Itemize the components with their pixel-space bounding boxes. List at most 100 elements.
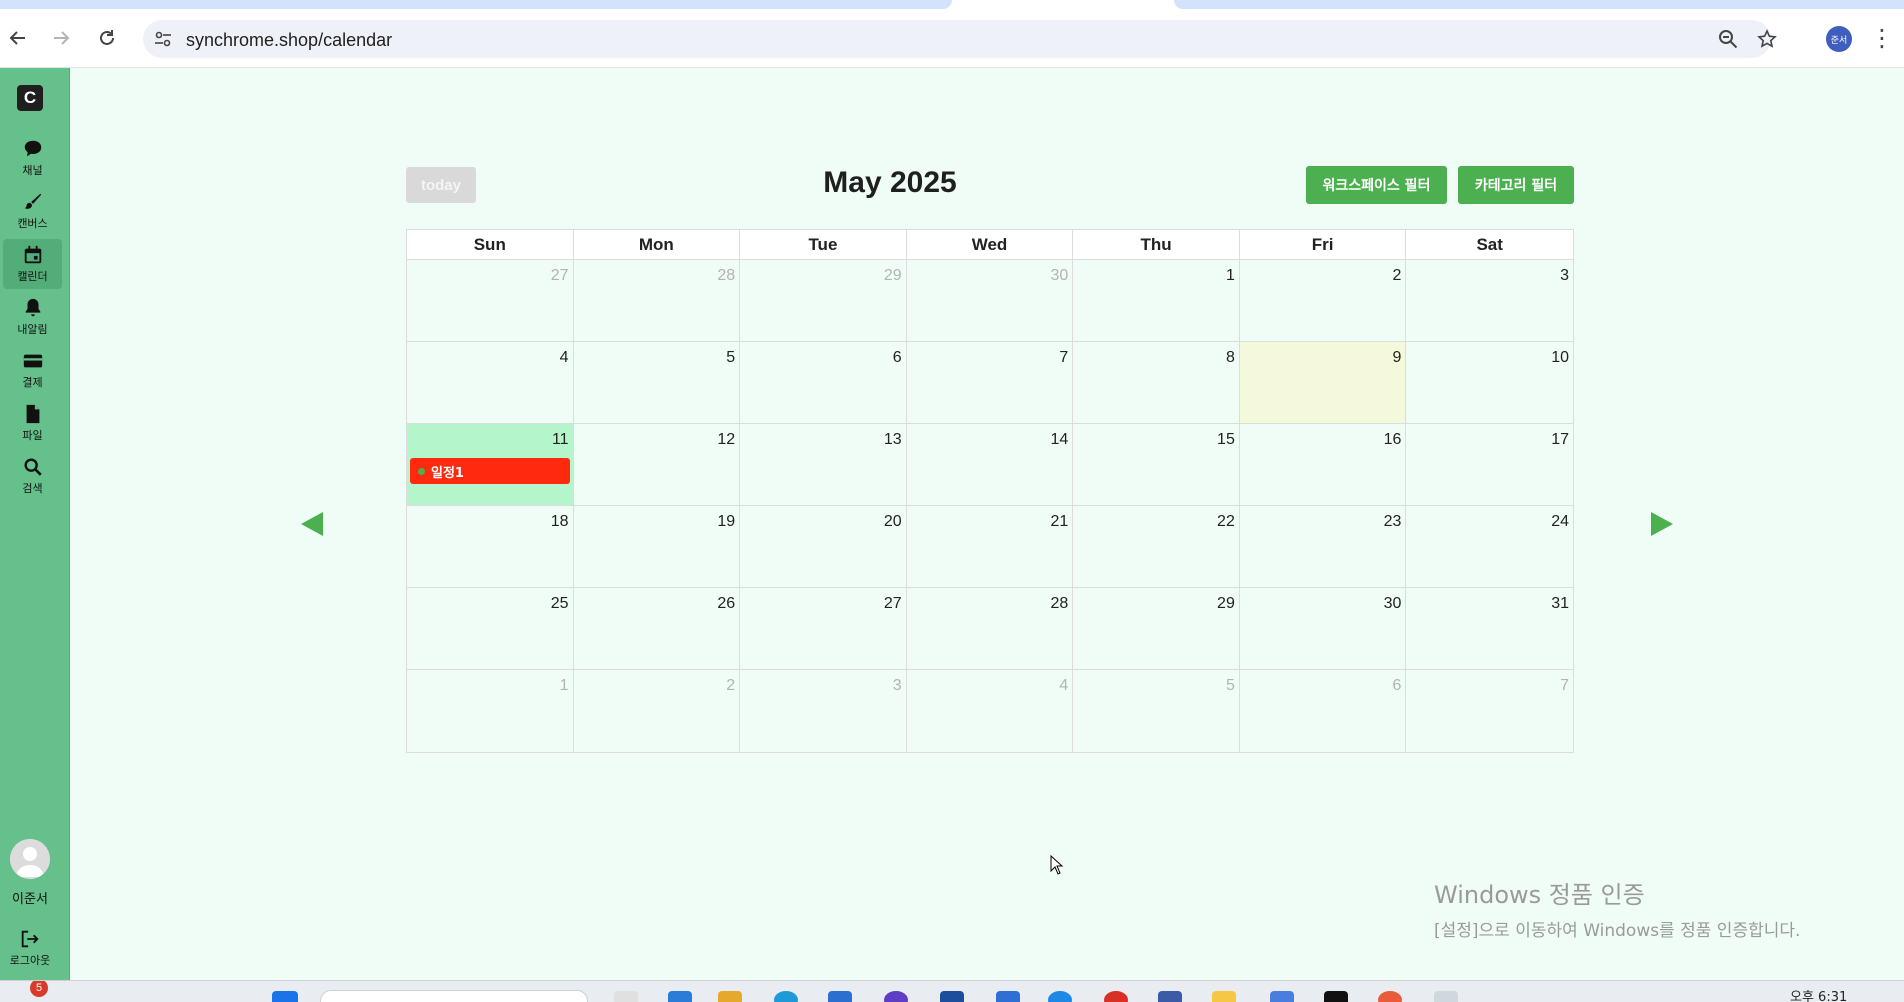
calendar-day-cell[interactable]: 16 xyxy=(1239,424,1407,506)
calendar-day-cell[interactable]: 14 xyxy=(906,424,1074,506)
calendar-day-cell[interactable]: 28 xyxy=(573,260,741,342)
browser-tab[interactable] xyxy=(1174,0,1904,9)
taskbar-app-icon[interactable] xyxy=(1434,991,1458,1002)
calendar-day-cell[interactable]: 1 xyxy=(407,670,574,752)
calendar-day-cell[interactable]: 27 xyxy=(740,588,907,670)
logout-button[interactable]: 로그아웃 xyxy=(3,923,57,973)
taskbar-app-icon[interactable] xyxy=(1378,991,1402,1002)
day-number: 25 xyxy=(550,595,569,612)
taskbar-app-icon[interactable] xyxy=(1158,991,1182,1002)
calendar-day-cell[interactable]: 3 xyxy=(740,670,907,752)
taskbar-app-icon[interactable] xyxy=(1048,991,1072,1002)
calendar-day-cell[interactable]: 28 xyxy=(906,588,1074,670)
calendar-day-cell[interactable]: 12 xyxy=(573,424,741,506)
day-number: 1 xyxy=(559,677,569,694)
calendar-day-cell[interactable]: 6 xyxy=(1240,670,1407,752)
calendar-day-cell[interactable]: 5 xyxy=(1073,670,1240,752)
sidebar-item-canvas[interactable]: 캔버스 xyxy=(3,186,62,236)
sidebar-item-notifications[interactable]: 내알림 xyxy=(3,292,62,342)
calendar-day-cell[interactable]: 31 xyxy=(1406,588,1573,670)
sidebar-item-payment[interactable]: 결제 xyxy=(3,345,62,395)
terminal-icon[interactable] xyxy=(1324,991,1348,1002)
start-button-icon[interactable] xyxy=(272,991,298,1002)
address-bar[interactable]: synchrome.shop/calendar xyxy=(143,20,1777,58)
forward-arrow-icon[interactable] xyxy=(46,23,76,53)
reload-icon[interactable] xyxy=(92,23,122,53)
avatar[interactable] xyxy=(10,839,50,879)
browser-menu-icon[interactable]: ⋮ xyxy=(1870,23,1894,53)
calendar-day-cell[interactable]: 6 xyxy=(740,342,907,424)
calendar-day-cell[interactable]: 10 xyxy=(1406,342,1573,424)
calendar-day-cell[interactable]: 30 xyxy=(1239,588,1407,670)
day-number: 3 xyxy=(892,677,902,694)
taskbar-search[interactable] xyxy=(320,990,588,1002)
weekday-label: Wed xyxy=(907,230,1074,259)
calendar-day-cell[interactable]: 2 xyxy=(574,670,741,752)
workspace-filter-button[interactable]: 워크스페이스 필터 xyxy=(1306,166,1447,204)
taskbar-app-icon[interactable] xyxy=(884,991,908,1002)
calendar-day-cell[interactable]: 20 xyxy=(740,506,907,588)
calendar-day-cell[interactable]: 21 xyxy=(906,506,1074,588)
calendar-day-cell[interactable]: 4 xyxy=(407,342,574,424)
calendar-day-cell[interactable]: 7 xyxy=(1406,670,1573,752)
kakaotalk-icon[interactable] xyxy=(1212,991,1236,1002)
sidebar-item-files[interactable]: 파일 xyxy=(3,398,62,448)
user-silhouette-icon xyxy=(10,839,50,879)
taskbar-app-icon[interactable] xyxy=(668,991,692,1002)
calendar-day-cell[interactable]: 7 xyxy=(906,342,1074,424)
calendar-day-cell[interactable]: 18 xyxy=(407,506,574,588)
sidebar-item-channel[interactable]: 채널 xyxy=(3,133,62,183)
sidebar-item-label: 파일 xyxy=(22,429,43,442)
edge-browser-icon[interactable] xyxy=(774,991,798,1002)
calendar-day-cell[interactable]: 15 xyxy=(1073,424,1240,506)
calendar-day-cell[interactable]: 2 xyxy=(1239,260,1407,342)
calendar-day-cell[interactable]: 3 xyxy=(1406,260,1573,342)
calendar-day-cell[interactable]: 4 xyxy=(907,670,1074,752)
back-arrow-icon[interactable] xyxy=(3,23,33,53)
calendar-day-cell[interactable]: 23 xyxy=(1239,506,1407,588)
calendar-day-cell[interactable]: 8 xyxy=(1073,342,1240,424)
calendar-event[interactable]: 일정1 xyxy=(410,458,570,484)
day-number: 28 xyxy=(717,267,736,284)
url-text[interactable]: synchrome.shop/calendar xyxy=(186,30,392,51)
calendar-day-cell[interactable]: 24 xyxy=(1406,506,1573,588)
calendar-day-cell[interactable]: 9 xyxy=(1239,342,1407,424)
calendar-day-cell[interactable]: 5 xyxy=(573,342,741,424)
day-number: 5 xyxy=(1225,677,1235,694)
prev-month-arrow-icon[interactable] xyxy=(301,512,323,536)
calendar-day-cell[interactable]: 1 xyxy=(1073,260,1240,342)
notification-badge[interactable]: 5 xyxy=(30,981,48,997)
folder-icon[interactable] xyxy=(718,991,742,1002)
calendar-day-cell[interactable]: 25 xyxy=(407,588,574,670)
vscode-icon[interactable] xyxy=(996,991,1020,1002)
today-button[interactable]: today xyxy=(406,167,476,203)
browser-tab[interactable] xyxy=(0,0,952,9)
chrome-icon[interactable] xyxy=(1104,991,1128,1002)
app-logo[interactable]: C xyxy=(17,85,43,111)
sidebar-item-calendar[interactable]: 캘린더 xyxy=(3,239,62,289)
profile-avatar[interactable]: 준서 xyxy=(1826,26,1852,52)
logout-icon xyxy=(21,930,39,948)
calendar-day-cell[interactable]: 29 xyxy=(1073,588,1240,670)
sidebar-item-label: 결제 xyxy=(22,376,43,389)
bookmark-star-icon[interactable] xyxy=(1755,27,1779,51)
next-month-arrow-icon[interactable] xyxy=(1651,512,1673,536)
calendar-day-cell[interactable]: 17 xyxy=(1406,424,1573,506)
zoom-icon[interactable] xyxy=(1716,27,1740,51)
calendar-day-cell[interactable]: 29 xyxy=(740,260,907,342)
calendar-day-cell[interactable]: 22 xyxy=(1073,506,1240,588)
calendar-app-icon[interactable] xyxy=(1270,991,1294,1002)
taskbar-app-icon[interactable] xyxy=(828,991,852,1002)
calendar-day-cell[interactable]: 11 일정1 xyxy=(407,424,574,506)
category-filter-button[interactable]: 카테고리 필터 xyxy=(1458,166,1574,204)
calendar-day-cell[interactable]: 26 xyxy=(573,588,741,670)
day-number: 11 xyxy=(551,431,569,448)
site-settings-icon[interactable] xyxy=(151,27,175,51)
taskbar-app-icon[interactable] xyxy=(614,991,638,1002)
calendar-day-cell[interactable]: 13 xyxy=(740,424,907,506)
sidebar-item-search[interactable]: 검색 xyxy=(3,451,62,501)
taskbar-app-icon[interactable] xyxy=(940,991,964,1002)
calendar-day-cell[interactable]: 27 xyxy=(407,260,574,342)
calendar-day-cell[interactable]: 30 xyxy=(906,260,1074,342)
calendar-day-cell[interactable]: 19 xyxy=(573,506,741,588)
